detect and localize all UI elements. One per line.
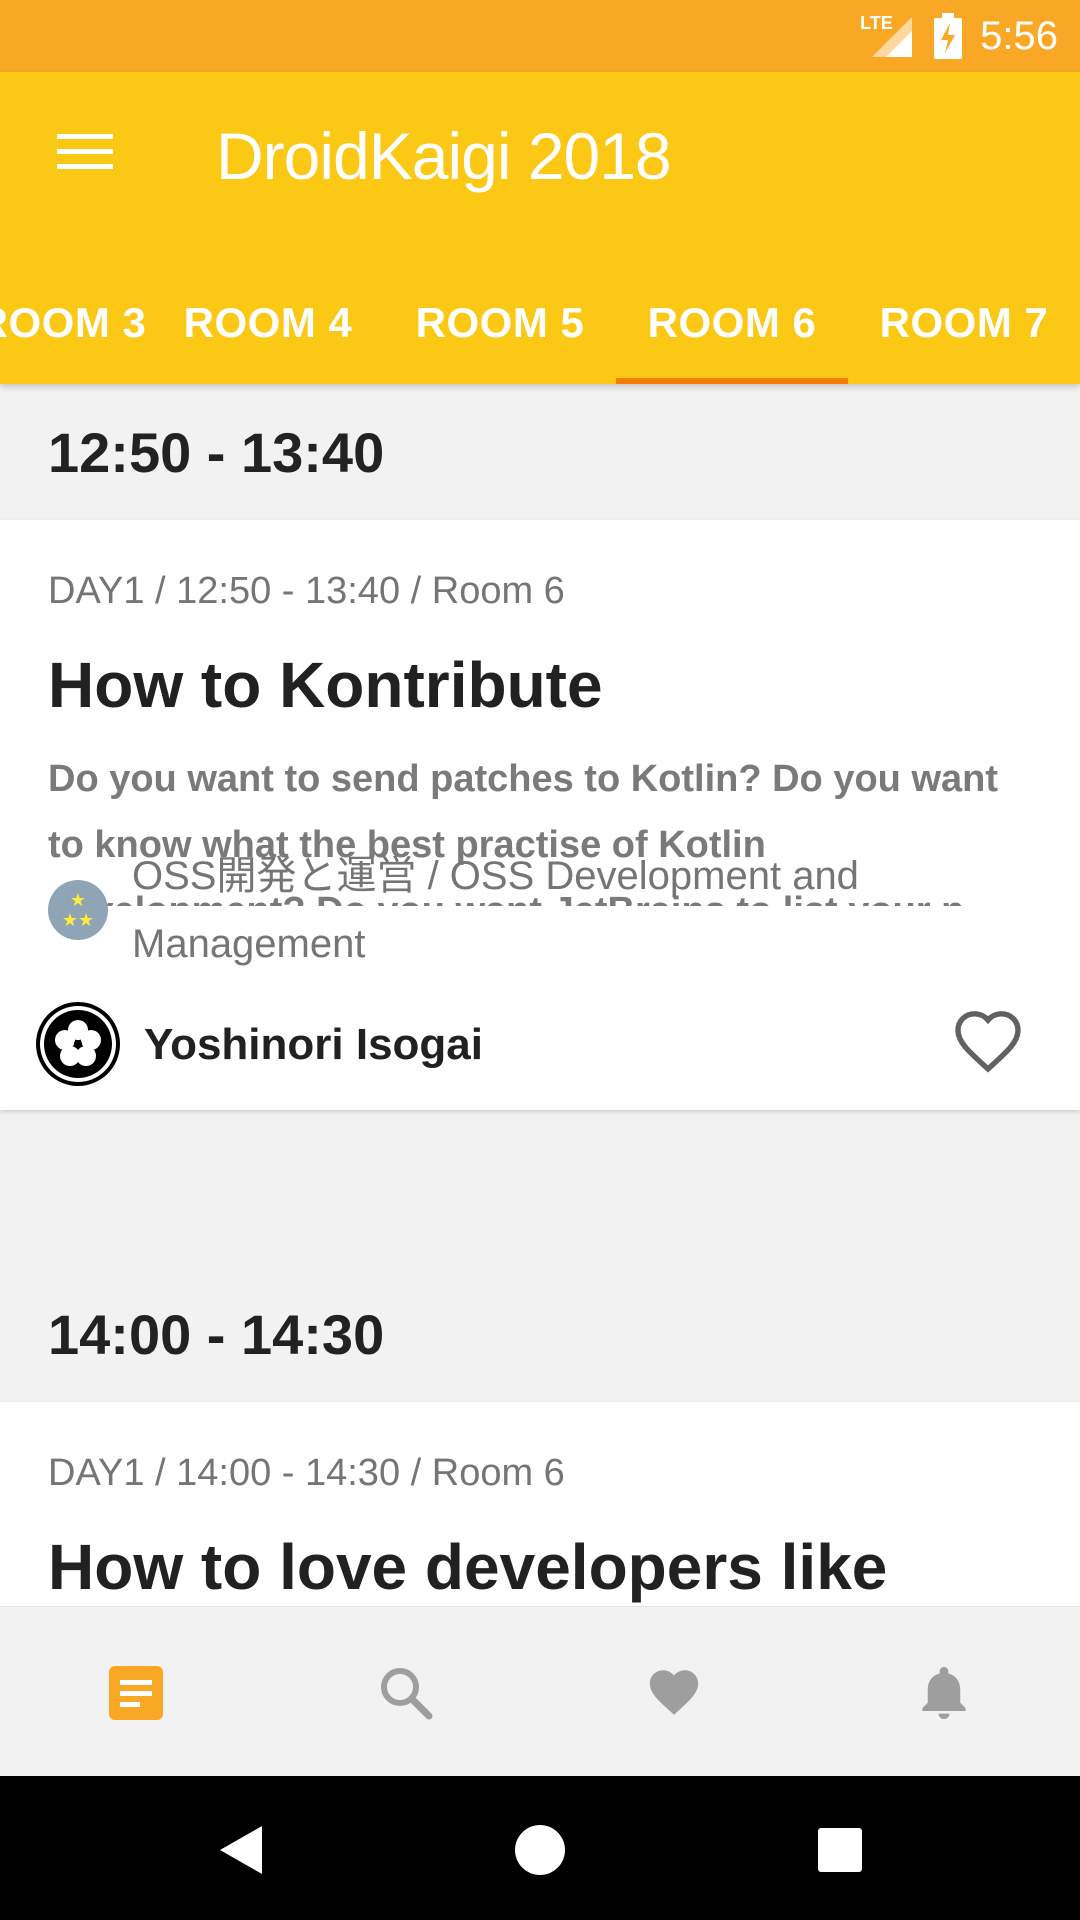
nav-notifications[interactable] bbox=[912, 1661, 976, 1725]
search-icon bbox=[381, 1668, 433, 1720]
heart-outline-icon bbox=[955, 1011, 1021, 1073]
battery-icon bbox=[934, 13, 963, 59]
favorite-button[interactable] bbox=[952, 1006, 1024, 1078]
app-title: DroidKaigi 2018 bbox=[216, 119, 672, 193]
avatar bbox=[36, 1002, 120, 1086]
tab-room-4[interactable]: ROOM 4 bbox=[152, 262, 384, 384]
session-card[interactable]: DAY1 / 14:00 - 14:30 / Room 6 How to lov… bbox=[0, 1402, 1080, 1606]
back-icon bbox=[220, 1826, 262, 1874]
app-bar: DroidKaigi 2018 ROOM 3 ROOM 4 ROOM 5 ROO… bbox=[0, 72, 1080, 384]
home-button[interactable] bbox=[510, 1820, 570, 1880]
session-title: How to love developers like bbox=[48, 1531, 888, 1603]
network-type: LTE bbox=[860, 13, 893, 33]
session-card[interactable]: DAY1 / 12:50 - 13:40 / Room 6 How to Kon… bbox=[0, 520, 1080, 1110]
session-list: 12:50 - 13:40 DAY1 / 12:50 - 13:40 / Roo… bbox=[0, 384, 1080, 1606]
nav-favorites[interactable] bbox=[642, 1661, 706, 1725]
menu-icon bbox=[57, 134, 113, 169]
time-header: 12:50 - 13:40 bbox=[48, 421, 385, 484]
status-bar: LTE 5:56 bbox=[0, 0, 1080, 72]
tab-room-5[interactable]: ROOM 5 bbox=[384, 262, 616, 384]
system-navigation-bar bbox=[0, 1776, 1080, 1920]
back-button[interactable] bbox=[212, 1820, 272, 1880]
tab-room-7[interactable]: ROOM 7 bbox=[848, 262, 1080, 384]
clock: 5:56 bbox=[980, 13, 1058, 58]
recents-icon bbox=[818, 1828, 862, 1872]
home-icon bbox=[515, 1825, 565, 1875]
svg-text:★: ★ bbox=[70, 890, 86, 910]
nav-sessions[interactable] bbox=[104, 1661, 168, 1725]
favorite-icon bbox=[649, 1670, 699, 1715]
tab-room-6[interactable]: ROOM 6 bbox=[616, 262, 848, 384]
topic-icon: ★ ★★ bbox=[48, 880, 108, 940]
recents-button[interactable] bbox=[810, 1820, 870, 1880]
session-topic: OSS開発と運営 / OSS Development and Managemen… bbox=[132, 854, 859, 966]
session-meta: DAY1 / 12:50 - 13:40 / Room 6 bbox=[48, 570, 565, 612]
notification-icon bbox=[922, 1667, 966, 1719]
menu-button[interactable] bbox=[40, 112, 130, 192]
session-meta: DAY1 / 14:00 - 14:30 / Room 6 bbox=[48, 1452, 565, 1494]
session-title: How to Kontribute bbox=[48, 649, 603, 721]
sessions-icon bbox=[109, 1666, 163, 1720]
svg-text:★★: ★★ bbox=[62, 910, 94, 930]
signal-icon: LTE bbox=[856, 13, 916, 59]
speaker-name: Yoshinori Isogai bbox=[144, 1020, 484, 1069]
nav-search[interactable] bbox=[374, 1661, 438, 1725]
room-tabs: ROOM 3 ROOM 4 ROOM 5 ROOM 6 ROOM 7 bbox=[0, 262, 1080, 384]
bottom-navigation bbox=[0, 1606, 1080, 1777]
time-header: 14:00 - 14:30 bbox=[48, 1303, 385, 1366]
